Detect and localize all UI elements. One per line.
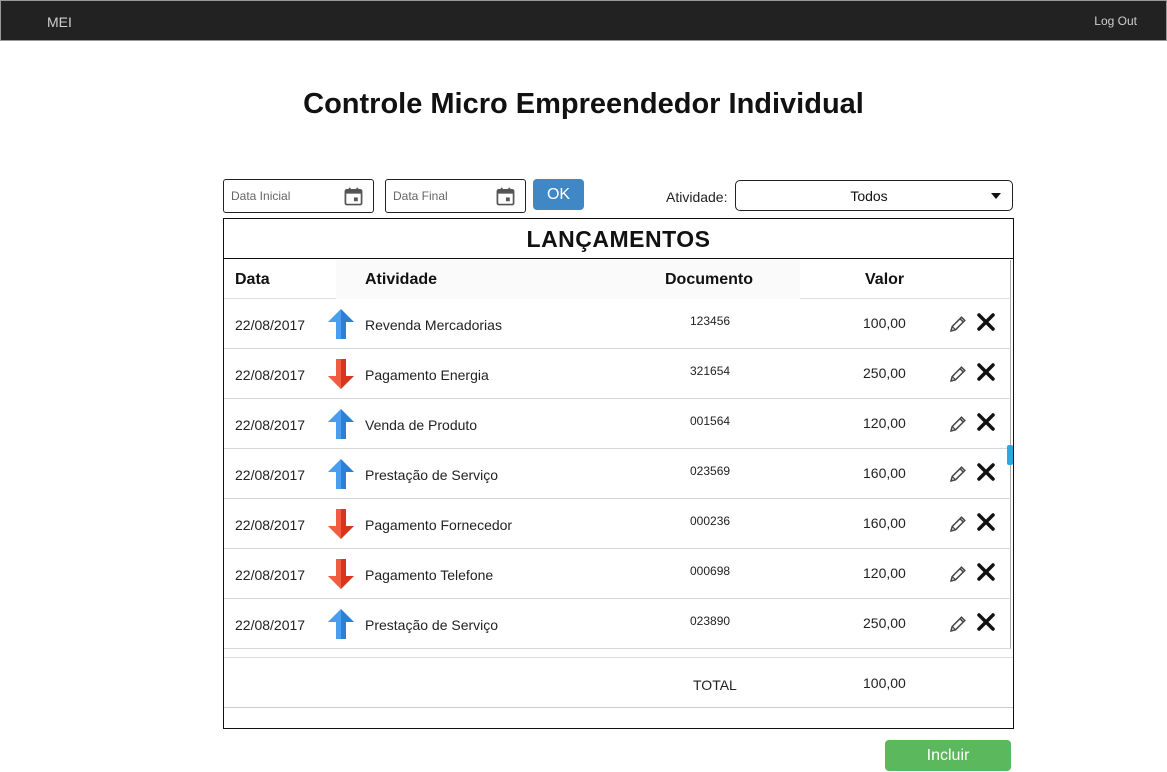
- row-date: 22/08/2017: [235, 317, 306, 333]
- data-inicial-field[interactable]: [223, 179, 374, 213]
- pencil-icon[interactable]: [948, 514, 968, 534]
- table-row: 22/08/2017 Pagamento Energia 321654 250,00: [224, 349, 1011, 399]
- header-documento: Documento: [665, 271, 753, 288]
- panel-title: LANÇAMENTOS: [224, 219, 1013, 259]
- calendar-icon[interactable]: [344, 187, 363, 206]
- close-icon[interactable]: [976, 362, 996, 382]
- row-date: 22/08/2017: [235, 367, 306, 383]
- row-date: 22/08/2017: [235, 567, 306, 583]
- row-documento: 000698: [690, 564, 731, 578]
- table-row: 22/08/2017 Pagamento Fornecedor 000236 160,…: [224, 499, 1011, 549]
- pencil-icon[interactable]: [948, 414, 968, 434]
- table-header: Data Atividade Documento Valor: [224, 260, 1011, 299]
- arrow-up-icon: [326, 308, 356, 340]
- row-atividade: Pagamento Energia: [365, 367, 489, 383]
- arrow-up-icon: [326, 408, 356, 440]
- row-valor: 100,00: [863, 315, 906, 331]
- close-icon[interactable]: [976, 562, 996, 582]
- row-documento: 023890: [690, 614, 731, 628]
- total-row: TOTAL 100,00: [224, 657, 1013, 708]
- table-body: 22/08/2017 Revenda Mercadorias 123456 100,0…: [224, 299, 1011, 649]
- total-value: 100,00: [863, 675, 906, 691]
- table-row: 22/08/2017 Venda de Produto 001564 120,00: [224, 399, 1011, 449]
- row-atividade: Prestação de Serviço: [365, 617, 499, 633]
- close-icon[interactable]: [976, 312, 996, 332]
- row-atividade: Prestação de Serviço: [365, 467, 499, 483]
- row-documento: 023569: [690, 464, 731, 478]
- incluir-button[interactable]: Incluir: [885, 740, 1011, 771]
- row-atividade: Pagamento Fornecedor: [365, 517, 513, 533]
- table-row: 22/08/2017 Prestação de Serviço 023569 160,…: [224, 449, 1011, 499]
- row-valor: 250,00: [863, 615, 906, 631]
- row-valor: 120,00: [863, 565, 906, 581]
- pencil-icon[interactable]: [948, 564, 968, 584]
- row-date: 22/08/2017: [235, 467, 306, 483]
- close-icon[interactable]: [976, 412, 996, 432]
- caret-down-icon: [991, 193, 1001, 199]
- row-documento: 000236: [690, 514, 731, 528]
- row-documento: 001564: [690, 414, 731, 428]
- close-icon[interactable]: [976, 512, 996, 532]
- arrow-up-icon: [326, 458, 356, 490]
- row-documento: 321654: [690, 364, 731, 378]
- atividade-select[interactable]: Todos: [735, 180, 1013, 211]
- scrollbar-thumb[interactable]: [1007, 445, 1013, 465]
- page-title: Controle Micro Empreendedor Individual: [303, 88, 864, 120]
- data-final-input[interactable]: [393, 189, 493, 203]
- brand-link[interactable]: MEI: [47, 14, 72, 30]
- top-navbar: MEI Log Out: [0, 0, 1167, 41]
- calendar-icon[interactable]: [496, 187, 515, 206]
- row-valor: 160,00: [863, 465, 906, 481]
- logout-link[interactable]: Log Out: [1094, 14, 1137, 28]
- arrow-up-icon: [326, 608, 356, 640]
- header-valor: Valor: [865, 271, 905, 288]
- pencil-icon[interactable]: [948, 614, 968, 634]
- data-inicial-input[interactable]: [231, 189, 331, 203]
- row-documento: 123456: [690, 314, 731, 328]
- close-icon[interactable]: [976, 612, 996, 632]
- table-row: 22/08/2017 Prestação de Serviço 023890 250,…: [224, 599, 1011, 649]
- table-row: 22/08/2017 Revenda Mercadorias 123456 100,0…: [224, 299, 1011, 349]
- row-valor: 250,00: [863, 365, 906, 381]
- arrow-down-icon: [326, 558, 356, 590]
- pencil-icon[interactable]: [948, 364, 968, 384]
- row-date: 22/08/2017: [235, 617, 306, 633]
- close-icon[interactable]: [976, 462, 996, 482]
- atividade-label: Atividade:: [666, 189, 728, 205]
- row-valor: 160,00: [863, 515, 906, 531]
- header-atividade: Atividade: [365, 271, 438, 288]
- row-valor: 120,00: [863, 415, 906, 431]
- atividade-selected-value: Todos: [850, 188, 888, 204]
- total-label: TOTAL: [693, 677, 737, 693]
- header-data: Data: [235, 271, 270, 288]
- pencil-icon[interactable]: [948, 464, 968, 484]
- table-row: 22/08/2017 Pagamento Telefone 000698 120,00: [224, 549, 1011, 599]
- row-atividade: Venda de Produto: [365, 417, 478, 433]
- row-atividade: Revenda Mercadorias: [365, 317, 502, 333]
- lancamentos-panel: LANÇAMENTOS Data Atividade Documento Val…: [223, 218, 1014, 729]
- data-final-field[interactable]: [385, 179, 526, 213]
- row-date: 22/08/2017: [235, 517, 306, 533]
- arrow-down-icon: [326, 358, 356, 390]
- row-atividade: Pagamento Telefone: [365, 567, 494, 583]
- ok-button[interactable]: OK: [533, 179, 584, 210]
- arrow-down-icon: [326, 508, 356, 540]
- pencil-icon[interactable]: [948, 314, 968, 334]
- row-date: 22/08/2017: [235, 417, 306, 433]
